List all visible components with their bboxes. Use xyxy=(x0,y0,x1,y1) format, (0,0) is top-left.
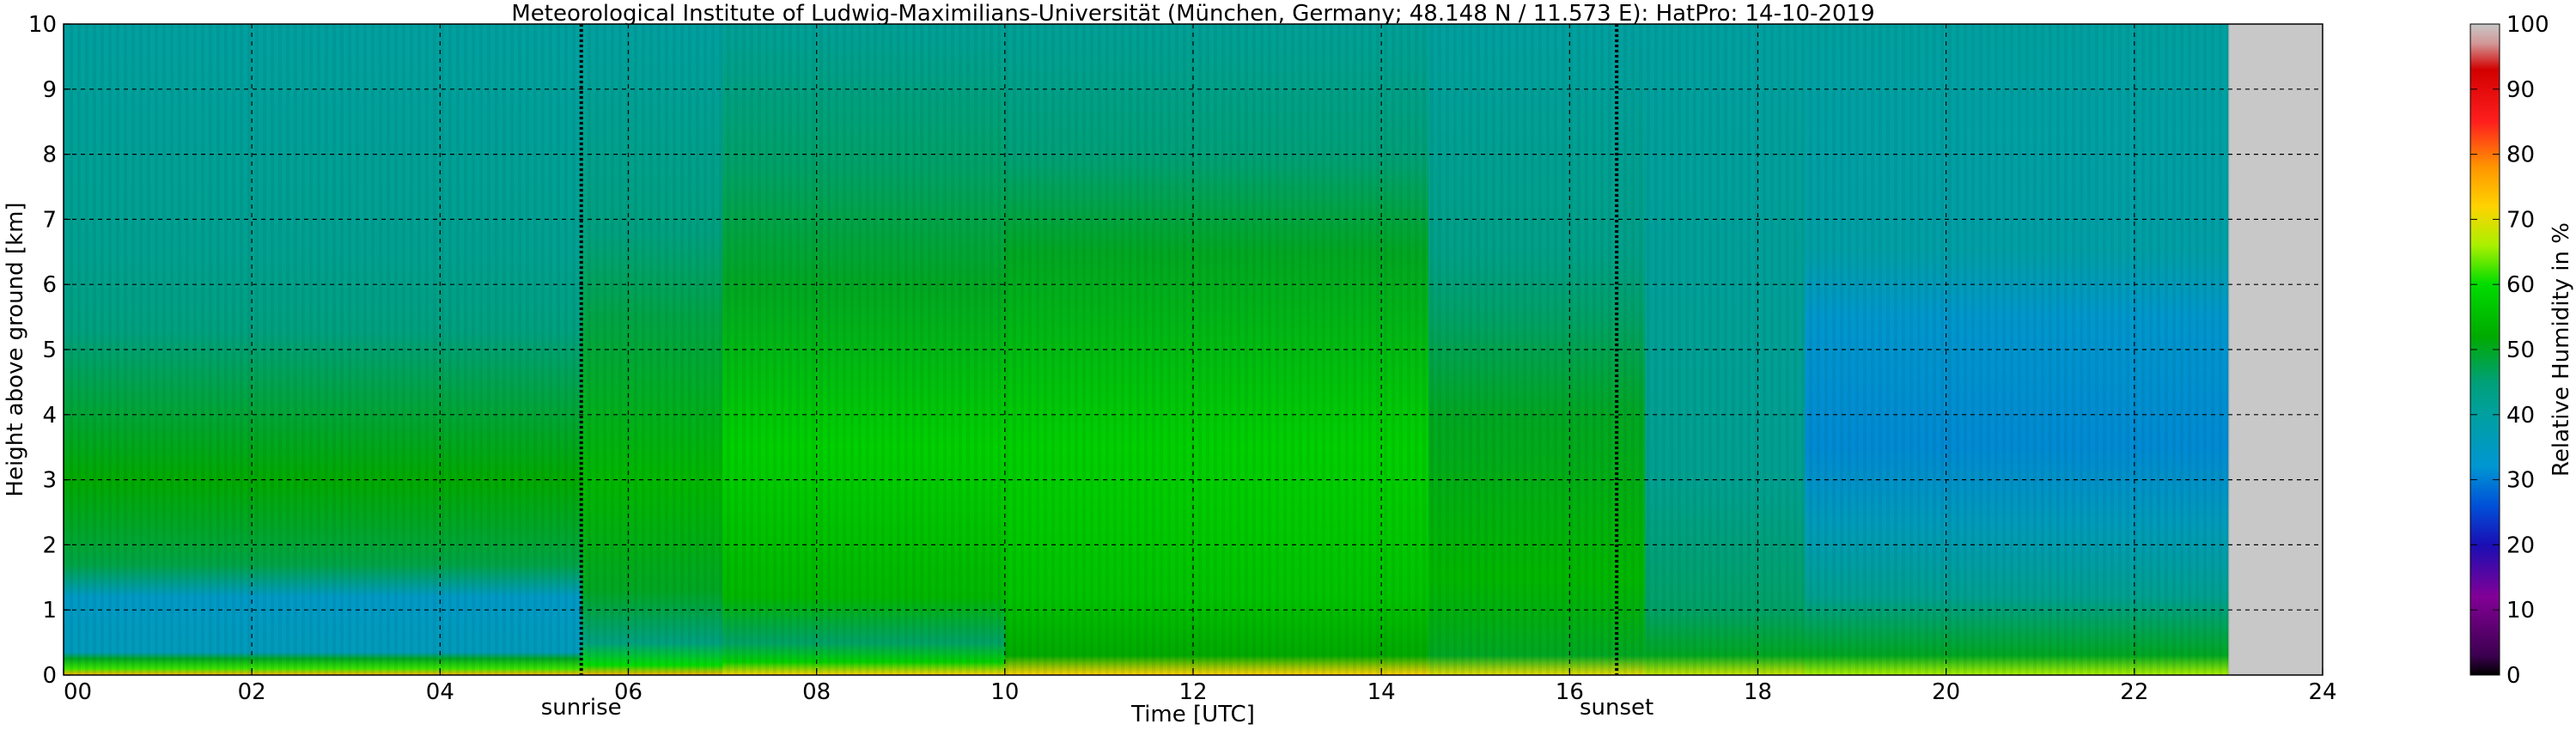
x-axis-label: Time [UTC] xyxy=(1130,702,1255,727)
chart-title: Meteorological Institute of Ludwig-Maxim… xyxy=(511,1,1874,27)
x-tick-label: 20 xyxy=(1932,679,1960,705)
colorbar-tick-label: 90 xyxy=(2506,77,2535,103)
colorbar-tick-label: 100 xyxy=(2506,12,2549,38)
colorbar: 0 10 20 30 40 50 60 70 80 90 100 Relative Humidity… xyxy=(2469,12,2574,689)
y-tick-label: 7 xyxy=(42,207,57,233)
event-labels: sunrise sunset xyxy=(541,695,1654,721)
y-tick-label: 2 xyxy=(42,532,57,558)
x-tick-label: 00 xyxy=(64,679,92,705)
y-axis-label: Height above ground [km] xyxy=(3,202,28,496)
colorbar-tick-label: 20 xyxy=(2506,532,2535,558)
sunrise-label: sunrise xyxy=(541,695,622,721)
x-tick-label: 14 xyxy=(1367,679,1396,705)
y-tick-label: 3 xyxy=(42,468,57,494)
colorbar-tick-label: 10 xyxy=(2506,598,2535,624)
plot-area xyxy=(63,23,2323,676)
colorbar-tick-label: 60 xyxy=(2506,272,2535,298)
colorbar-tick-label: 0 xyxy=(2506,663,2521,689)
x-tick-label: 22 xyxy=(2120,679,2148,705)
colorbar-tick-label: 40 xyxy=(2506,403,2535,429)
x-tick-label: 08 xyxy=(802,679,831,705)
colorbar-label: Relative Humidity in % xyxy=(2549,222,2574,477)
y-tick-label: 9 xyxy=(42,77,57,103)
colorbar-tick-label: 30 xyxy=(2506,468,2535,494)
x-tick-label: 02 xyxy=(238,679,266,705)
y-tick-label: 6 xyxy=(42,272,57,298)
y-tick-label: 8 xyxy=(42,143,57,168)
y-tick-label: 4 xyxy=(42,403,57,429)
x-tick-label: 10 xyxy=(990,679,1019,705)
y-tick-label: 0 xyxy=(42,663,57,689)
colorbar-tick-label: 50 xyxy=(2506,338,2535,363)
humidity-time-height-chart: Meteorological Institute of Ludwig-Maxim… xyxy=(3,1,2574,727)
x-tick-label: 24 xyxy=(2308,679,2336,705)
x-tick-label: 18 xyxy=(1744,679,1772,705)
sunset-label: sunset xyxy=(1580,695,1653,721)
y-tick-label: 1 xyxy=(42,598,57,624)
x-tick-label: 04 xyxy=(426,679,454,705)
colorbar-tick-label: 80 xyxy=(2506,143,2535,168)
colorbar-tick-label: 70 xyxy=(2506,207,2535,233)
y-tick-label: 5 xyxy=(42,338,57,363)
y-tick-label: 10 xyxy=(28,12,57,38)
